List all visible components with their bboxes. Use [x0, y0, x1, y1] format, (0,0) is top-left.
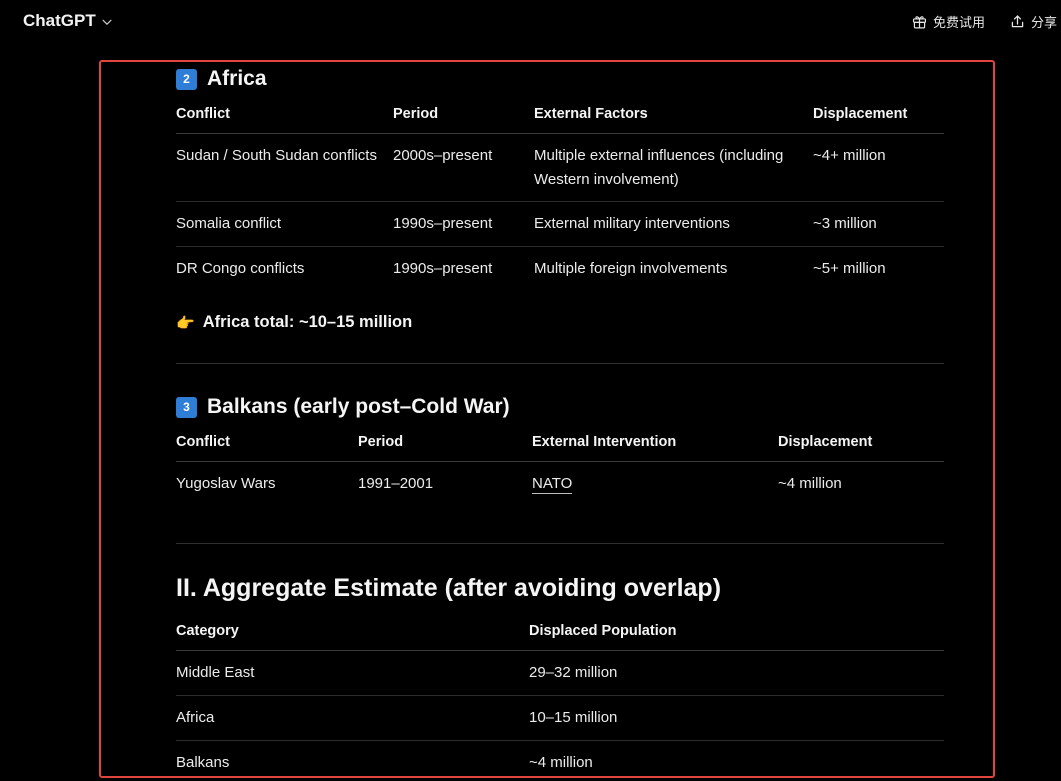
table-header-row: Category Displaced Population: [176, 619, 944, 651]
table-cell: Multiple foreign involvements: [534, 260, 728, 277]
free-trial-label: 免费试用: [932, 15, 985, 30]
table-cell: Multiple external influences (including …: [534, 147, 784, 188]
table-cell: 2000s–present: [393, 147, 493, 164]
brand-label: ChatGPT: [23, 11, 96, 30]
table-cell: 1991–2001: [358, 475, 434, 492]
highlight-frame: 2 Africa Conflict Period External Factor…: [99, 60, 995, 778]
column-header: External Intervention: [532, 434, 677, 450]
table-cell: Sudan / South Sudan conflicts: [176, 147, 377, 164]
column-header: Period: [358, 434, 404, 450]
section-title: Africa: [207, 67, 267, 90]
column-header: Category: [176, 623, 239, 639]
table-cell: ~3 million: [813, 215, 877, 232]
column-header: Displacement: [813, 106, 908, 122]
table-cell: ~4 million: [778, 475, 842, 492]
column-header: Period: [393, 106, 439, 122]
share-button[interactable]: 分享: [1009, 12, 1057, 31]
table-header-row: Conflict Period External Intervention Di…: [176, 430, 944, 462]
table-cell: 1990s–present: [393, 215, 493, 232]
table-row: Sudan / South Sudan conflicts 2000s–pres…: [176, 134, 944, 202]
divider: [176, 363, 944, 364]
share-icon: [1011, 15, 1024, 28]
table-cell: External military interventions: [534, 215, 730, 232]
table-cell: Yugoslav Wars: [176, 475, 276, 492]
aggregate-heading: II. Aggregate Estimate (after avoiding o…: [176, 574, 722, 602]
pointing-hand-icon: 👉: [176, 314, 195, 332]
share-label: 分享: [1030, 15, 1057, 30]
section-title: Balkans (early post–Cold War): [207, 395, 510, 418]
table-header-row: Conflict Period External Factors Displac…: [176, 102, 944, 134]
table-cell: DR Congo conflicts: [176, 260, 305, 277]
column-header: External Factors: [534, 106, 648, 122]
balkans-table: Conflict Period External Intervention Di…: [176, 430, 944, 507]
table-cell: ~4 million: [529, 754, 593, 771]
total-text: Africa total: ~10–15 million: [202, 313, 413, 331]
table-cell: Balkans: [176, 754, 230, 771]
column-header: Conflict: [176, 106, 230, 122]
table-cell: Somalia conflict: [176, 215, 282, 232]
column-header: Displaced Population: [529, 623, 677, 639]
divider: [176, 543, 944, 544]
table-row: Yugoslav Wars 1991–2001 NATO ~4 million: [176, 462, 944, 507]
aggregate-table: Category Displaced Population Middle Eas…: [176, 619, 944, 776]
table-cell: NATO: [532, 472, 778, 496]
chevron-down-icon: [102, 19, 112, 25]
nato-link[interactable]: NATO: [532, 475, 573, 494]
table-row: DR Congo conflicts 1990s–present Multipl…: [176, 247, 944, 292]
gift-icon: [912, 16, 927, 29]
table-cell: ~5+ million: [813, 260, 886, 277]
table-cell: Middle East: [176, 664, 255, 681]
keycap-3-icon: 3: [176, 396, 197, 418]
table-cell: Africa: [176, 709, 215, 726]
model-selector[interactable]: ChatGPT: [23, 11, 114, 31]
table-row: Africa 10–15 million: [176, 696, 944, 741]
free-trial-button[interactable]: 免费试用: [911, 12, 985, 31]
section-heading-africa: 2 Africa: [176, 67, 267, 91]
africa-table: Conflict Period External Factors Displac…: [176, 102, 944, 292]
column-header: Displacement: [778, 434, 873, 450]
top-bar: ChatGPT 免费试用 分享: [0, 0, 1061, 46]
table-row: Somalia conflict 1990s–present External …: [176, 202, 944, 247]
keycap-2-icon: 2: [176, 68, 197, 90]
table-cell: 29–32 million: [529, 664, 618, 681]
table-cell: 1990s–present: [393, 260, 493, 277]
africa-total: 👉 Africa total: ~10–15 million: [176, 313, 412, 332]
table-row: Middle East 29–32 million: [176, 651, 944, 696]
table-cell: ~4+ million: [813, 147, 886, 164]
section-heading-balkans: 3 Balkans (early post–Cold War): [176, 395, 510, 419]
table-row: Balkans ~4 million: [176, 741, 944, 776]
column-header: Conflict: [176, 434, 230, 450]
table-cell: 10–15 million: [529, 709, 618, 726]
